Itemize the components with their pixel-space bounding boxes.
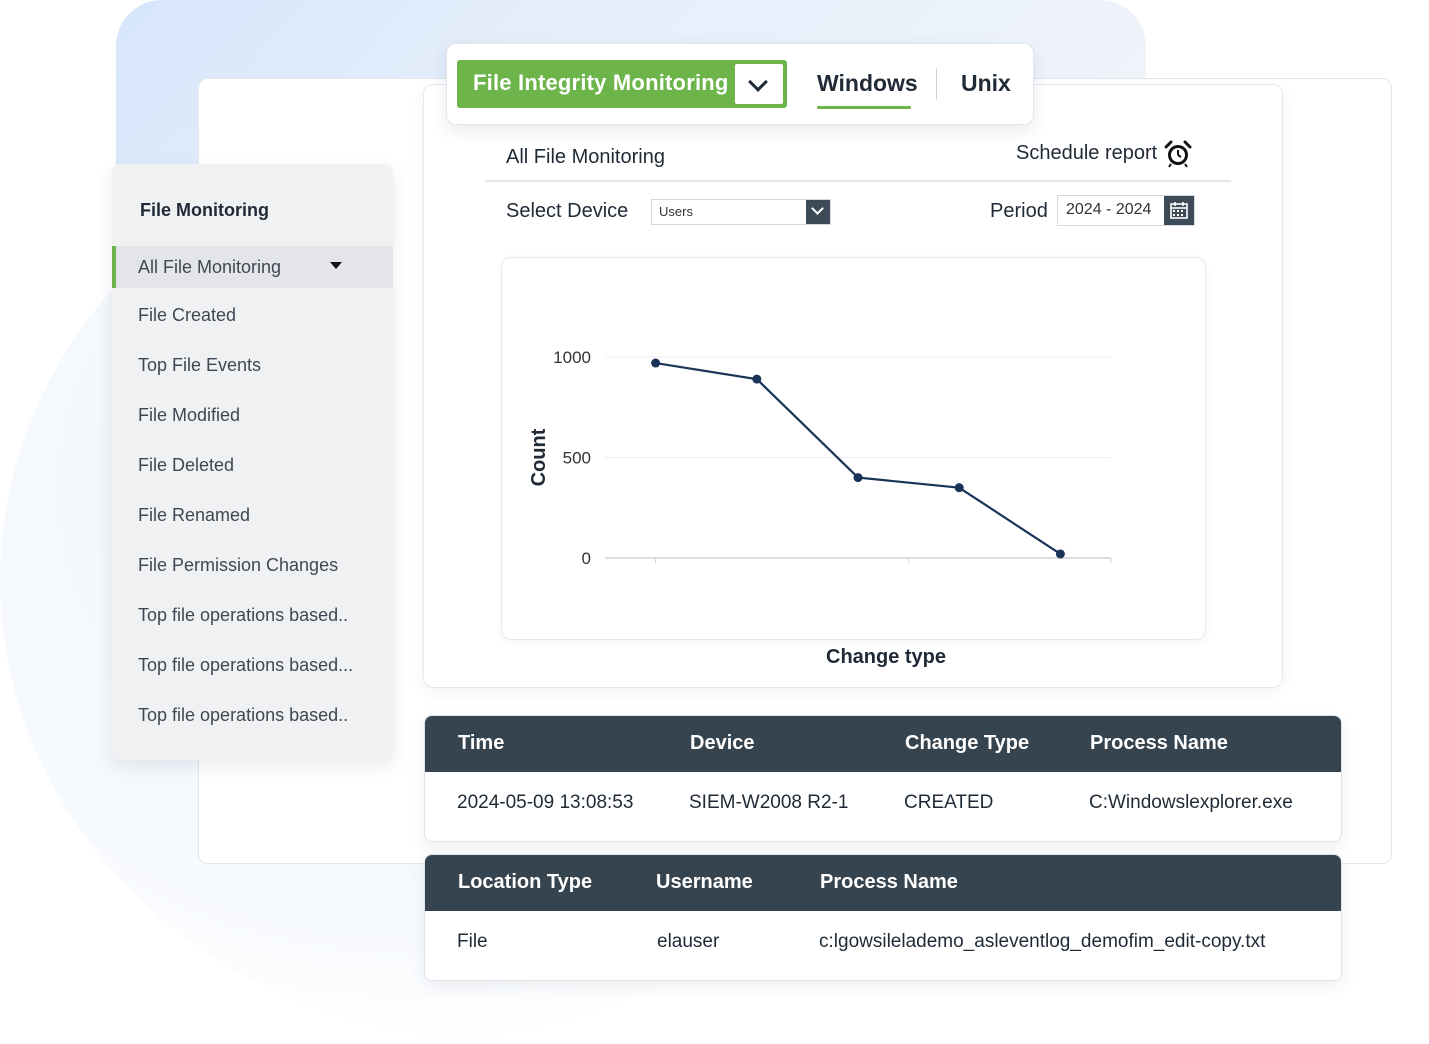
y-tick-label: 0 [582, 549, 591, 568]
sidebar-item-label: Top file operations based.. [138, 605, 349, 625]
period-field[interactable]: 2024 - 2024 [1057, 195, 1195, 226]
active-tab-indicator [817, 106, 911, 109]
sidebar-item-top-file-operations-1[interactable]: Top file operations based.. [112, 594, 393, 636]
tab-divider [936, 68, 937, 100]
sidebar-item-all-file-monitoring[interactable]: All File Monitoring [112, 246, 393, 288]
data-point [954, 483, 964, 493]
period-label: Period [990, 200, 1048, 222]
y-tick-label: 1000 [553, 348, 591, 367]
data-point [1055, 549, 1065, 559]
line-chart: 0 500 1000 Count [528, 348, 1112, 568]
device-select-value: Users [659, 204, 693, 219]
column-header-time[interactable]: Time [458, 732, 504, 755]
cell-change-type: CREATED [904, 792, 994, 813]
device-select[interactable]: Users [651, 199, 831, 225]
sidebar-item-label: File Modified [138, 405, 241, 425]
column-header-location-type[interactable]: Location Type [458, 871, 592, 894]
chart-card: 0 500 1000 Count [501, 257, 1206, 640]
schedule-report-link[interactable]: Schedule report [1016, 142, 1157, 165]
sidebar-item-label: File Deleted [138, 455, 235, 475]
cell-location-type: File [457, 931, 488, 952]
sidebar-item-label: Top file operations based.. [138, 705, 349, 725]
cell-device: SIEM-W2008 R2-1 [689, 792, 849, 813]
sidebar-item-label: File Renamed [138, 505, 251, 525]
sidebar: File Monitoring All File Monitoring File… [112, 164, 393, 760]
cell-process-name: C:Windowslexplorer.exe [1089, 792, 1293, 813]
details-table: Location Type Username Process Name File… [424, 854, 1342, 981]
y-axis-title: Count [528, 428, 550, 486]
events-table-header: Time Device Change Type Process Name [425, 716, 1341, 772]
sidebar-item-top-file-operations-3[interactable]: Top file operations based.. [112, 694, 393, 736]
sidebar-item-file-deleted[interactable]: File Deleted [112, 444, 393, 486]
sidebar-item-file-modified[interactable]: File Modified [112, 394, 393, 436]
chevron-down-icon [748, 72, 768, 92]
sidebar-item-label: Top file operations based... [138, 655, 354, 675]
data-point [752, 374, 762, 384]
sidebar-item-file-renamed[interactable]: File Renamed [112, 494, 393, 536]
sidebar-item-top-file-events[interactable]: Top File Events [112, 344, 393, 386]
tab-unix[interactable]: Unix [961, 70, 1011, 97]
sidebar-item-top-file-operations-2[interactable]: Top file operations based... [112, 644, 393, 686]
sidebar-item-label: File Created [138, 305, 237, 325]
caret-down-icon [330, 262, 342, 269]
x-axis-title: Change type [826, 646, 947, 668]
alarm-clock-icon[interactable] [1164, 140, 1192, 168]
sidebar-item-label: All File Monitoring [138, 257, 282, 277]
period-value: 2024 - 2024 [1066, 201, 1152, 218]
sidebar-item-label: Top File Events [138, 355, 262, 375]
data-point [651, 358, 661, 368]
module-selector[interactable]: File Integrity Monitoring [457, 60, 787, 108]
calendar-icon [1170, 202, 1188, 219]
column-header-process-name[interactable]: Process Name [1090, 732, 1228, 755]
cell-username: elauser [657, 931, 720, 952]
column-header-username[interactable]: Username [656, 871, 753, 894]
device-dropdown-button[interactable] [806, 200, 830, 224]
sidebar-item-file-permission-changes[interactable]: File Permission Changes [112, 544, 393, 586]
sidebar-title: File Monitoring [140, 200, 269, 220]
series-line [655, 361, 1062, 555]
tab-windows[interactable]: Windows [817, 70, 918, 97]
module-dropdown-button[interactable] [735, 64, 783, 104]
header-divider [485, 180, 1231, 182]
column-header-device[interactable]: Device [690, 732, 755, 755]
details-table-header: Location Type Username Process Name [425, 855, 1341, 911]
module-label: File Integrity Monitoring [473, 70, 729, 95]
calendar-button[interactable] [1164, 196, 1194, 225]
module-tab-bar: File Integrity Monitoring Windows Unix [446, 43, 1034, 125]
sidebar-item-file-created[interactable]: File Created [112, 294, 393, 336]
column-header-process-name[interactable]: Process Name [820, 871, 958, 894]
chevron-down-icon [811, 202, 824, 215]
y-tick-label: 500 [563, 449, 591, 468]
data-point [853, 473, 863, 483]
report-title: All File Monitoring [506, 146, 665, 168]
sidebar-item-label: File Permission Changes [138, 555, 339, 575]
events-table: Time Device Change Type Process Name 202… [424, 715, 1342, 842]
column-header-change-type[interactable]: Change Type [905, 732, 1029, 755]
cell-process-name: c:lgowsilelademo_asleventlog_demofim_edi… [819, 931, 1266, 952]
select-device-label: Select Device [506, 200, 629, 222]
cell-time: 2024-05-09 13:08:53 [457, 792, 634, 813]
